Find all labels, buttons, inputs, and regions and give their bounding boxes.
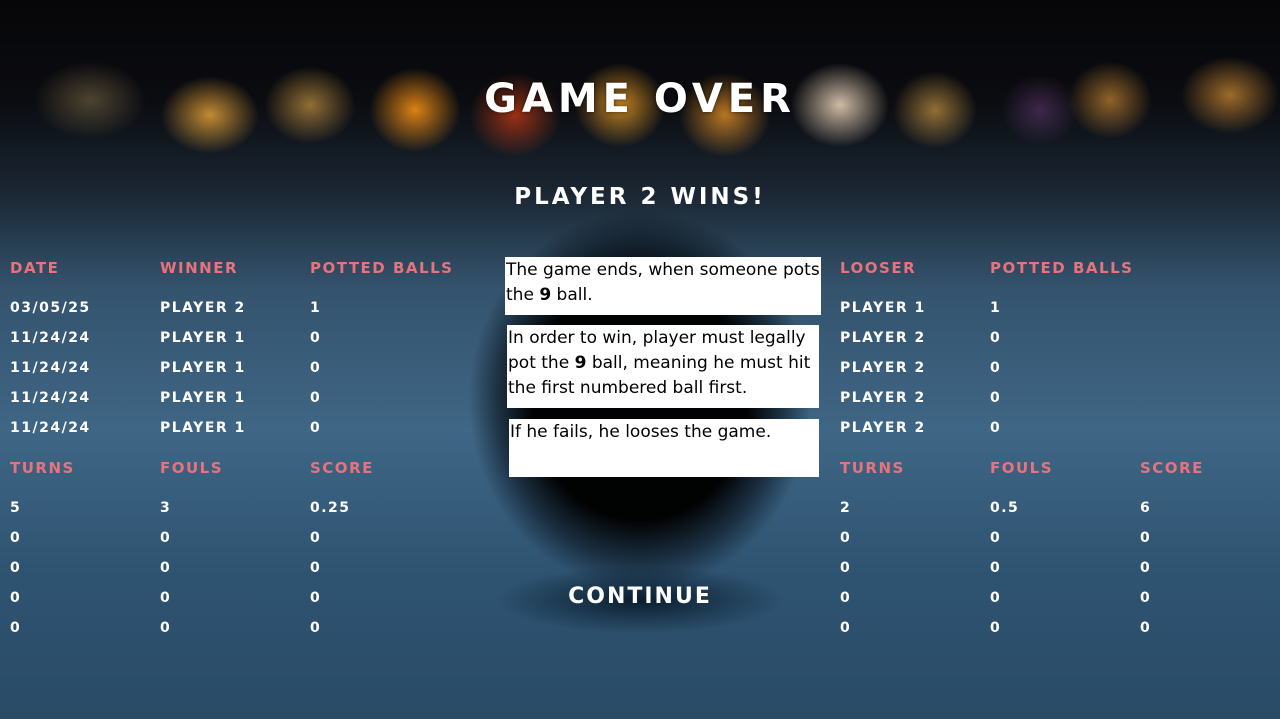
fouls-cell: 0 bbox=[160, 620, 172, 636]
fouls-cell: 0 bbox=[160, 590, 172, 606]
winner-turns-column: TURNS 5 0 0 0 0 bbox=[10, 458, 150, 648]
turns-cell: 0 bbox=[10, 590, 22, 606]
potted-cell: 0 bbox=[310, 360, 322, 376]
looser-potted-header: POTTED BALLS bbox=[990, 259, 1134, 277]
fouls-cell: 0 bbox=[160, 560, 172, 576]
score-cell: 0.25 bbox=[310, 500, 351, 516]
date-cell: 11/24/24 bbox=[10, 420, 91, 436]
score-cell: 0 bbox=[1140, 590, 1152, 606]
winner-potted-column: POTTED BALLS 1 0 0 0 0 bbox=[310, 258, 490, 448]
score-cell: 0 bbox=[310, 530, 322, 546]
rule-text: If he fails, he looses the game. bbox=[510, 422, 772, 442]
turns-cell: 2 bbox=[840, 500, 852, 516]
turns-cell: 0 bbox=[10, 530, 22, 546]
looser-cell: PLAYER 2 bbox=[840, 390, 926, 406]
looser-cell: PLAYER 1 bbox=[840, 300, 926, 316]
score-cell: 0 bbox=[1140, 560, 1152, 576]
turns-cell: 0 bbox=[840, 620, 852, 636]
fouls-cell: 0 bbox=[160, 530, 172, 546]
game-over-title: GAME OVER bbox=[484, 76, 796, 122]
winner-cell: PLAYER 1 bbox=[160, 420, 246, 436]
looser-score-column: SCORE 6 0 0 0 0 bbox=[1140, 458, 1270, 648]
fouls-header: FOULS bbox=[160, 459, 224, 477]
turns-cell: 0 bbox=[840, 560, 852, 576]
score-cell: 6 bbox=[1140, 500, 1152, 516]
winner-cell: PLAYER 1 bbox=[160, 330, 246, 346]
looser-cell: PLAYER 2 bbox=[840, 360, 926, 376]
potted-cell: 0 bbox=[990, 330, 1002, 346]
looser-cell: PLAYER 2 bbox=[840, 420, 926, 436]
turns-cell: 0 bbox=[840, 530, 852, 546]
score-header: SCORE bbox=[310, 459, 374, 477]
looser-cell: PLAYER 2 bbox=[840, 330, 926, 346]
date-cell: 11/24/24 bbox=[10, 330, 91, 346]
turns-cell: 0 bbox=[840, 590, 852, 606]
winner-announcement: PLAYER 2 WINS! bbox=[514, 184, 766, 210]
potted-cell: 0 bbox=[310, 330, 322, 346]
potted-cell: 0 bbox=[990, 420, 1002, 436]
date-column: DATE 03/05/25 11/24/24 11/24/24 11/24/24… bbox=[10, 258, 150, 448]
continue-button[interactable]: CONTINUE bbox=[540, 584, 740, 609]
turns-header: TURNS bbox=[10, 459, 75, 477]
looser-column: LOOSER PLAYER 1 PLAYER 2 PLAYER 2 PLAYER… bbox=[840, 258, 980, 448]
rule-box-game-end: The game ends, when someone pots the 9 b… bbox=[505, 257, 821, 315]
turns-header: TURNS bbox=[840, 459, 905, 477]
date-cell: 03/05/25 bbox=[10, 300, 91, 316]
winner-fouls-column: FOULS 3 0 0 0 0 bbox=[160, 458, 300, 648]
turns-cell: 0 bbox=[10, 560, 22, 576]
fouls-cell: 0.5 bbox=[990, 500, 1020, 516]
potted-cell: 1 bbox=[310, 300, 322, 316]
score-cell: 0 bbox=[310, 620, 322, 636]
date-cell: 11/24/24 bbox=[10, 360, 91, 376]
fouls-header: FOULS bbox=[990, 459, 1054, 477]
looser-header: LOOSER bbox=[840, 259, 917, 277]
score-cell: 0 bbox=[310, 560, 322, 576]
date-cell: 11/24/24 bbox=[10, 390, 91, 406]
date-header: DATE bbox=[10, 259, 60, 277]
rule-box-win-condition: In order to win, player must legally pot… bbox=[507, 325, 819, 408]
fouls-cell: 0 bbox=[990, 590, 1002, 606]
score-header: SCORE bbox=[1140, 459, 1204, 477]
winner-cell: PLAYER 1 bbox=[160, 390, 246, 406]
fouls-cell: 0 bbox=[990, 620, 1002, 636]
rule-text: ball. bbox=[551, 285, 593, 305]
potted-cell: 0 bbox=[990, 360, 1002, 376]
fouls-cell: 0 bbox=[990, 560, 1002, 576]
potted-cell: 0 bbox=[310, 390, 322, 406]
winner-column: WINNER PLAYER 2 PLAYER 1 PLAYER 1 PLAYER… bbox=[160, 258, 300, 448]
score-cell: 0 bbox=[1140, 620, 1152, 636]
score-cell: 0 bbox=[1140, 530, 1152, 546]
turns-cell: 5 bbox=[10, 500, 22, 516]
turns-cell: 0 bbox=[10, 620, 22, 636]
potted-cell: 0 bbox=[990, 390, 1002, 406]
winner-potted-header: POTTED BALLS bbox=[310, 259, 454, 277]
winner-header: WINNER bbox=[160, 259, 239, 277]
score-cell: 0 bbox=[310, 590, 322, 606]
rule-ball-number: 9 bbox=[539, 285, 552, 305]
winner-cell: PLAYER 1 bbox=[160, 360, 246, 376]
winner-cell: PLAYER 2 bbox=[160, 300, 246, 316]
fouls-cell: 0 bbox=[990, 530, 1002, 546]
looser-potted-column: POTTED BALLS 1 0 0 0 0 bbox=[990, 258, 1170, 448]
winner-score-column: SCORE 0.25 0 0 0 0 bbox=[310, 458, 450, 648]
potted-cell: 1 bbox=[990, 300, 1002, 316]
rule-box-fail: If he fails, he looses the game. bbox=[509, 419, 819, 477]
potted-cell: 0 bbox=[310, 420, 322, 436]
fouls-cell: 3 bbox=[160, 500, 172, 516]
rule-ball-number: 9 bbox=[574, 353, 587, 373]
looser-turns-column: TURNS 2 0 0 0 0 bbox=[840, 458, 980, 648]
looser-fouls-column: FOULS 0.5 0 0 0 0 bbox=[990, 458, 1130, 648]
